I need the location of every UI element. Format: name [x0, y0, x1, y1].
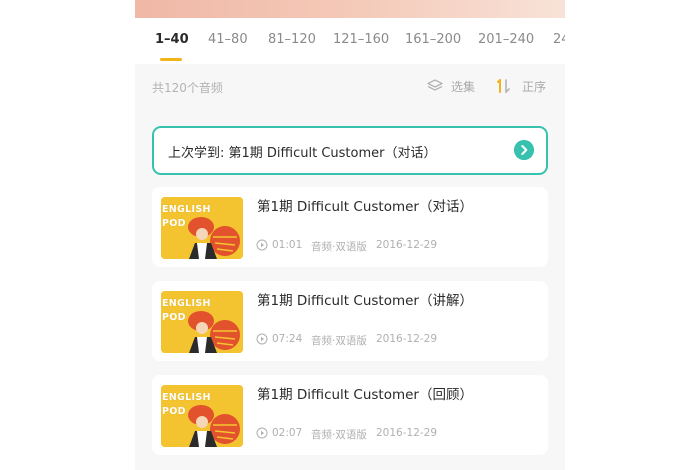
resume-text: 上次学到: 第1期 Difficult Customer（对话） — [168, 146, 437, 161]
episode-cover-image: ENGLISH POD — [161, 291, 243, 353]
episode-date: 2016-12-29 — [376, 427, 438, 439]
episode-type: 音频·双语版 — [311, 241, 367, 253]
tab-range-6[interactable]: 201–240 — [478, 32, 534, 47]
episode-item[interactable]: ENGLISH POD 第1期 Difficult Customer（回顾） 0… — [152, 375, 548, 455]
cover-text: ENGLISH POD — [162, 392, 211, 417]
episode-item[interactable]: ENGLISH POD 第1期 Difficult Customer（讲解） 0… — [152, 281, 548, 361]
episode-duration: 01:01 — [272, 239, 303, 251]
list-header: 共120个音频 选集 正序 — [135, 64, 565, 108]
episode-duration: 07:24 — [272, 333, 303, 345]
episode-title: 第1期 Difficult Customer（回顾） — [257, 387, 473, 403]
episode-type: 音频·双语版 — [311, 335, 367, 347]
select-label: 选集 — [451, 80, 476, 94]
resume-learning-card[interactable]: 上次学到: 第1期 Difficult Customer（对话） — [152, 126, 548, 175]
episode-date: 2016-12-29 — [376, 239, 438, 251]
chevron-right-circle-icon[interactable] — [514, 140, 534, 160]
sort-label: 正序 — [522, 80, 547, 94]
layers-icon — [427, 79, 443, 91]
play-circle-icon — [256, 333, 268, 345]
tab-range-5[interactable]: 161–200 — [405, 32, 461, 47]
sort-icon — [497, 79, 510, 93]
cover-text: ENGLISH POD — [162, 298, 211, 323]
range-tabs: 1–40 41–80 81–120 121–160 161–200 201–24… — [135, 18, 565, 64]
tab-range-4[interactable]: 121–160 — [333, 32, 389, 47]
tab-range-3[interactable]: 81–120 — [268, 32, 316, 47]
active-tab-indicator — [160, 58, 182, 61]
episode-cover-image: ENGLISH POD — [161, 197, 243, 259]
tab-range-7[interactable]: 241–280 — [553, 32, 565, 47]
episode-type: 音频·双语版 — [311, 429, 367, 441]
tab-range-1[interactable]: 1–40 — [155, 32, 189, 47]
episode-count: 共120个音频 — [152, 81, 223, 95]
episode-title: 第1期 Difficult Customer（讲解） — [257, 293, 473, 309]
episode-date: 2016-12-29 — [376, 333, 438, 345]
page: 1–40 41–80 81–120 121–160 161–200 201–24… — [0, 0, 700, 470]
episode-duration: 02:07 — [272, 427, 303, 439]
tab-range-2[interactable]: 41–80 — [208, 32, 248, 47]
play-circle-icon — [256, 239, 268, 251]
top-banner — [135, 0, 565, 18]
episode-title: 第1期 Difficult Customer（对话） — [257, 199, 473, 215]
episode-item[interactable]: ENGLISH POD 第1期 Difficult Customer（对话） 0… — [152, 187, 548, 267]
episode-cover-image: ENGLISH POD — [161, 385, 243, 447]
play-circle-icon — [256, 427, 268, 439]
episode-list-screen: 1–40 41–80 81–120 121–160 161–200 201–24… — [135, 0, 565, 470]
cover-text: ENGLISH POD — [162, 204, 211, 229]
